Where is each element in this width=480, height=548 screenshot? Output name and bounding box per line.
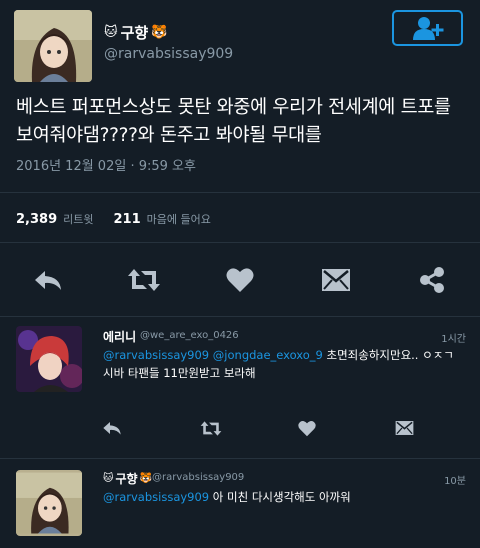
reply-time[interactable]: 10분 bbox=[444, 472, 466, 487]
reply-author-handle[interactable]: @we_are_exo_0426 bbox=[140, 330, 239, 341]
reply-author-name: 구향 bbox=[115, 472, 138, 486]
divider bbox=[0, 458, 480, 459]
tweet-stats: 2,389 리트윗 211 마음에 들어요 bbox=[16, 211, 225, 227]
like-button[interactable] bbox=[222, 262, 258, 298]
reply-author-handle[interactable]: @rarvabsissay909 bbox=[152, 472, 244, 483]
reply-time[interactable]: 1시간 bbox=[441, 330, 466, 345]
tiger-emoji-icon: 🐯 bbox=[151, 25, 168, 40]
reply-button[interactable] bbox=[30, 262, 66, 298]
follow-button[interactable] bbox=[392, 10, 463, 46]
author-name-row[interactable]: 🐱 구향 🐯 bbox=[104, 22, 167, 43]
reply-text: @rarvabsissay909 @jongdae_exoxo_9 초면죄송하지… bbox=[103, 346, 463, 382]
retweet-icon bbox=[128, 269, 160, 291]
reply-text: @rarvabsissay909 아 미친 다시생각해도 아까워 bbox=[103, 488, 463, 506]
reply-author-name[interactable]: 에리니 bbox=[103, 328, 136, 345]
reply-avatar[interactable] bbox=[16, 470, 82, 536]
divider bbox=[0, 192, 480, 193]
author-handle[interactable]: @rarvabsissay909 bbox=[104, 46, 233, 62]
message-button[interactable] bbox=[318, 262, 354, 298]
cat-emoji-icon: 🐱 bbox=[103, 473, 114, 484]
mention-link[interactable]: @rarvabsissay909 bbox=[103, 348, 209, 362]
reply-body: 아 미친 다시생각해도 아까워 bbox=[209, 490, 351, 504]
reply-avatar[interactable] bbox=[16, 326, 82, 392]
like-icon bbox=[226, 268, 254, 292]
message-icon bbox=[322, 269, 350, 291]
message-icon bbox=[395, 421, 413, 435]
reply-author-name-row[interactable]: 🐱 구향 🐯 bbox=[103, 470, 152, 487]
like-label: 마음에 들어요 bbox=[146, 213, 211, 226]
author-avatar[interactable] bbox=[14, 10, 92, 82]
reply-button[interactable] bbox=[101, 418, 123, 438]
mention-link[interactable]: @jongdae_exoxo_9 bbox=[213, 348, 323, 362]
retweet-count[interactable]: 2,389 bbox=[16, 212, 57, 227]
divider bbox=[0, 316, 480, 317]
tiger-emoji-icon: 🐯 bbox=[139, 473, 152, 484]
retweet-button[interactable] bbox=[126, 262, 162, 298]
message-button[interactable] bbox=[393, 418, 415, 438]
tweet-text: 베스트 퍼포먼스상도 못탄 와중에 우리가 전세계에 트포를 보여줘야댐????… bbox=[16, 97, 451, 146]
divider bbox=[0, 242, 480, 243]
tweet-action-bar bbox=[0, 262, 480, 298]
retweet-label: 리트윗 bbox=[63, 213, 94, 226]
follow-icon bbox=[412, 17, 443, 40]
share-button[interactable] bbox=[414, 262, 450, 298]
retweet-icon bbox=[200, 420, 222, 436]
mention-link[interactable]: @rarvabsissay909 bbox=[103, 490, 209, 504]
share-icon bbox=[420, 267, 444, 293]
reply-action-bar bbox=[0, 418, 480, 438]
reply-icon bbox=[35, 271, 61, 290]
like-count[interactable]: 211 bbox=[114, 212, 141, 227]
like-button[interactable] bbox=[296, 418, 318, 438]
tweet-timestamp[interactable]: 2016년 12월 02일 · 9:59 오후 bbox=[16, 155, 196, 174]
reply-icon bbox=[103, 422, 121, 435]
like-icon bbox=[298, 420, 316, 436]
retweet-button[interactable] bbox=[200, 418, 222, 438]
cat-emoji-icon: 🐱 bbox=[104, 25, 118, 40]
author-name: 구향 bbox=[120, 24, 149, 42]
